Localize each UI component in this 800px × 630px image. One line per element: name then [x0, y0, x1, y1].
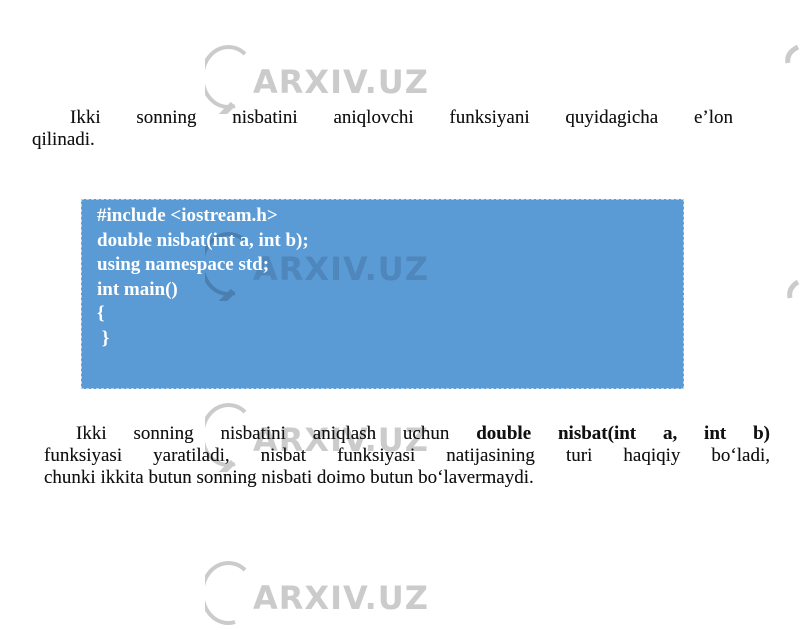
paragraph-line: chunki ikkita butun sonning nisbati doim… [44, 467, 534, 488]
watermark-text: ARXIV.UZ [253, 579, 429, 617]
code-line: double nisbat(int a, int b); [97, 229, 309, 251]
magnifier-icon [205, 40, 267, 114]
code-line: #include <iostream.h> [97, 205, 278, 226]
code-lines: #include <iostream.h> double nisbat(int … [97, 204, 309, 351]
code-line: int main() [97, 278, 178, 300]
paragraph-line: Ikki sonning nisbatini aniqlovchi funksi… [70, 107, 733, 128]
watermark-edge-fragment [786, 280, 800, 300]
watermark-top: ARXIV.UZ [205, 40, 429, 114]
watermark-bottom: ARXIV.UZ [205, 556, 429, 630]
code-line: } [97, 327, 110, 349]
paragraph-line: Ikki sonning nisbatini aniqlash uchun do… [76, 423, 770, 444]
function-signature: double nisbat(int a, int b) [476, 423, 770, 444]
explanation-paragraph: Ikki sonning nisbatini aniqlash uchun do… [44, 423, 770, 489]
paragraph-line: qilinadi. [32, 129, 95, 150]
magnifier-icon [205, 556, 267, 630]
paragraph-line: funksiyasi yaratiladi, nisbat funksiyasi… [44, 445, 770, 466]
code-line: using namespace std; [97, 254, 270, 275]
intro-paragraph: Ikki sonning nisbatini aniqlovchi funksi… [32, 107, 733, 151]
code-line: { [97, 303, 105, 324]
watermark-text: ARXIV.UZ [253, 63, 429, 101]
watermark-edge-fragment [784, 45, 800, 65]
